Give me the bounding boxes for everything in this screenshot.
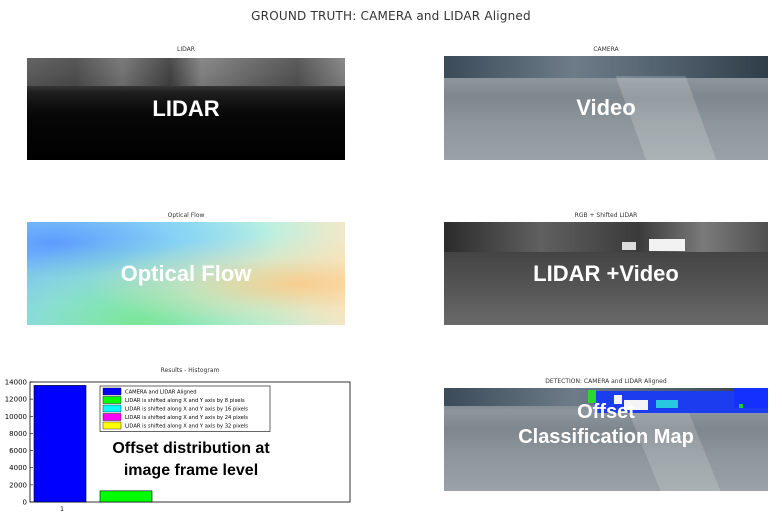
legend-swatch-2	[102, 396, 122, 404]
legend-label-3: LIDAR is shifted along X and Y axis by 1…	[125, 407, 248, 413]
detection-caption: DETECTION: CAMERA and LIDAR Aligned	[545, 378, 667, 385]
legend-swatch-4	[102, 413, 122, 421]
y-tick-label: 14000	[5, 379, 27, 387]
y-tick-label: 0	[23, 499, 27, 507]
y-tick-label: 2000	[9, 481, 27, 489]
lidar-caption: LIDAR	[177, 46, 195, 53]
flow-overlay-label: Optical Flow	[120, 260, 252, 286]
histogram-bar-2	[99, 490, 153, 503]
y-tick-label: 10000	[5, 413, 27, 421]
video-overlay-label: Video	[576, 95, 636, 121]
histogram-overlay-line2: image frame level	[123, 461, 259, 479]
lidar-panel: LIDAR	[27, 58, 345, 160]
y-tick-label: 8000	[9, 430, 27, 438]
legend-label-5: LIDAR is shifted along X and Y axis by 3…	[125, 424, 248, 430]
legend-label-1: CAMERA and LIDAR Aligned	[125, 390, 197, 396]
fused-caption: RGB + Shifted LIDAR	[574, 212, 638, 219]
flow-caption: Optical Flow	[167, 212, 205, 219]
histogram-bar-1	[33, 385, 87, 503]
legend-swatch-1	[102, 387, 122, 396]
legend-swatch-3	[102, 404, 122, 413]
figure-title: GROUND TRUTH: CAMERA and LIDAR Aligned	[251, 9, 531, 23]
fused-overlay-label: LIDAR +Video	[533, 260, 679, 286]
y-tick-label: 6000	[9, 447, 27, 455]
legend-swatch-5	[102, 421, 122, 430]
camera-panel: Video	[444, 56, 768, 160]
legend-label-2: LIDAR is shifted along X and Y axis by 8…	[125, 398, 245, 404]
y-tick-label: 4000	[9, 464, 27, 472]
lidar-overlay-label: LIDAR	[152, 96, 220, 122]
legend-label-4: LIDAR is shifted along X and Y axis by 2…	[125, 415, 248, 421]
optical-flow-panel: Optical Flow	[27, 222, 345, 325]
detection-overlay-label: Offset Classification Map	[444, 400, 768, 450]
detection-overlay-line1: Offset	[577, 401, 635, 423]
histogram-overlay-line1: Offset distribution at	[112, 440, 270, 457]
detection-overlay-line2: Classification Map	[518, 426, 694, 448]
camera-caption: CAMERA	[593, 46, 619, 53]
fused-panel: LIDAR +Video	[444, 222, 768, 325]
x-tick-label: 1	[60, 506, 64, 513]
y-tick-label: 12000	[5, 396, 27, 404]
histogram-overlay-label: Offset distribution at image frame level	[96, 438, 286, 481]
